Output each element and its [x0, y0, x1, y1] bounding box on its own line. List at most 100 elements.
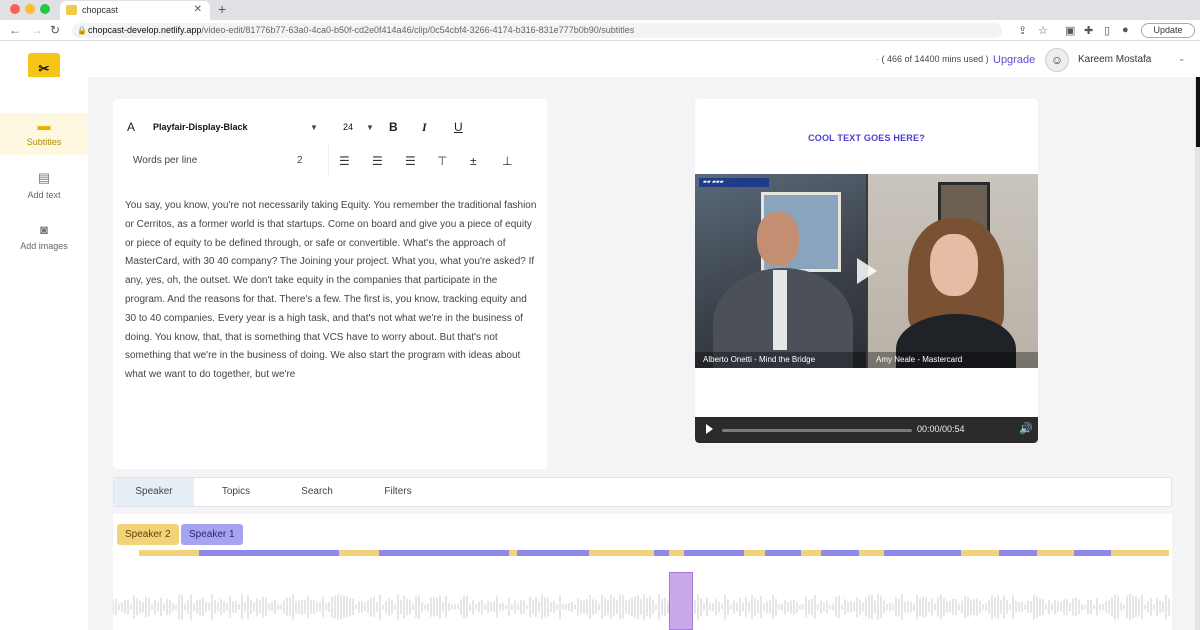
- align-bottom-icon[interactable]: ⊥: [502, 154, 512, 168]
- volume-icon[interactable]: 🔊: [1019, 422, 1033, 435]
- tab-speaker[interactable]: Speaker: [114, 478, 194, 506]
- tab-topics[interactable]: Topics: [194, 478, 278, 506]
- playhead[interactable]: [669, 572, 693, 630]
- usage-text: ( 466 of 14400 mins used ): [881, 54, 989, 64]
- subtitle-editor: A Playfair-Display-Black ▼ 24 ▼ B I U Wo…: [113, 99, 547, 469]
- speaker-segment[interactable]: [379, 550, 509, 556]
- speaker-segment[interactable]: [199, 550, 339, 556]
- speaker-chip-1[interactable]: Speaker 1: [181, 524, 243, 545]
- face-image: [930, 234, 978, 296]
- speaker-segment[interactable]: [744, 550, 765, 556]
- italic-icon[interactable]: I: [422, 120, 427, 135]
- close-tab-icon[interactable]: ✕: [194, 4, 202, 15]
- sidebar-item-label: Add text: [27, 190, 61, 200]
- upgrade-link[interactable]: Upgrade: [993, 54, 1035, 66]
- back-icon[interactable]: ←: [9, 23, 21, 37]
- browser-tab[interactable]: chopcast ✕: [60, 1, 210, 20]
- face-image: [757, 212, 799, 266]
- align-middle-icon[interactable]: ±: [470, 154, 477, 168]
- speaker-timeline: Speaker 2 Speaker 1: [113, 514, 1172, 630]
- tab-search[interactable]: Search: [278, 478, 356, 506]
- speaker-segment[interactable]: [884, 550, 961, 556]
- text-icon: ▤: [37, 170, 51, 185]
- forward-icon[interactable]: →: [31, 23, 43, 37]
- align-center-icon[interactable]: ☰: [372, 154, 383, 168]
- speaker-segment[interactable]: [859, 550, 884, 556]
- extension-icon[interactable]: ▣: [1065, 24, 1075, 37]
- play-icon[interactable]: [706, 424, 713, 434]
- lock-icon: 🔒: [77, 26, 87, 35]
- speaker-segment[interactable]: [999, 550, 1037, 556]
- speaker-segment[interactable]: [801, 550, 821, 556]
- chevron-down-icon[interactable]: ▼: [366, 123, 374, 132]
- speaker-left-name: Alberto Onetti - Mind the Bridge: [695, 352, 866, 368]
- top-bar: ✂ · ( 466 of 14400 mins used ) Upgrade ☺…: [0, 41, 1200, 85]
- sidebar-item-subtitles[interactable]: ▬ Subtitles: [0, 113, 88, 155]
- bookmark-star-icon[interactable]: ☆: [1038, 24, 1048, 37]
- profile-icon[interactable]: ●: [1122, 24, 1129, 36]
- tab-filters[interactable]: Filters: [356, 478, 440, 506]
- speaker-segment-track[interactable]: [139, 550, 1169, 556]
- speaker-left-pane: ▰▰ ▰▰▰ Alberto Onetti - Mind the Bridge: [695, 174, 866, 368]
- speaker-segment[interactable]: [669, 550, 684, 556]
- scrollbar[interactable]: [1195, 77, 1200, 630]
- browser-update-button[interactable]: Update: [1141, 23, 1195, 38]
- subtitles-icon: ▬: [37, 118, 51, 133]
- speaker-segment[interactable]: [139, 550, 199, 556]
- puzzle-icon[interactable]: ✚: [1084, 24, 1093, 37]
- words-per-line-value[interactable]: 2: [297, 155, 303, 166]
- sidebar-item-add-text[interactable]: ▤ Add text: [0, 165, 88, 207]
- progress-track[interactable]: [722, 429, 912, 432]
- app: ✂ · ( 466 of 14400 mins used ) Upgrade ☺…: [0, 41, 1200, 630]
- browser-tab-bar: chopcast ✕ +: [0, 0, 1200, 20]
- share-icon[interactable]: ⇪: [1018, 24, 1027, 37]
- panel-tabs: Speaker Topics Search Filters: [113, 477, 1172, 507]
- speaker-chip-2[interactable]: Speaker 2: [117, 524, 179, 545]
- new-tab-icon[interactable]: +: [218, 1, 226, 17]
- align-left-icon[interactable]: ☰: [339, 154, 350, 168]
- play-overlay-icon[interactable]: [857, 258, 877, 284]
- overlay-text[interactable]: COOL TEXT GOES HERE?: [695, 133, 1038, 143]
- transcript-text[interactable]: You say, you know, you're not necessaril…: [125, 197, 539, 385]
- reload-icon[interactable]: ↻: [50, 23, 60, 37]
- favicon-icon: [66, 5, 77, 15]
- sidepanel-icon[interactable]: ▯: [1104, 24, 1110, 37]
- speaker-segment[interactable]: [765, 550, 801, 556]
- speaker-segment[interactable]: [821, 550, 859, 556]
- font-icon: A: [127, 120, 136, 134]
- font-select[interactable]: Playfair-Display-Black: [153, 122, 248, 132]
- url-host: chopcast-develop.netlify.app: [88, 25, 202, 35]
- speaker-segment[interactable]: [517, 550, 589, 556]
- chevron-down-icon[interactable]: ⌄: [1178, 53, 1186, 64]
- words-per-line-field[interactable]: Words per line 2: [125, 143, 329, 175]
- shirt-image: [773, 270, 787, 350]
- sidebar-item-label: Add images: [20, 241, 68, 251]
- speaker-segment[interactable]: [1037, 550, 1074, 556]
- address-bar[interactable]: 🔒 chopcast-develop.netlify.app/video-edi…: [72, 23, 1002, 38]
- scrollbar-thumb[interactable]: [1196, 77, 1200, 147]
- minimize-window-icon[interactable]: [25, 4, 35, 14]
- close-window-icon[interactable]: [10, 4, 20, 14]
- sidebar-item-add-images[interactable]: ◙ Add images: [0, 217, 88, 259]
- speaker-right-pane: Amy Neale - Mastercard: [868, 174, 1038, 368]
- speaker-segment[interactable]: [509, 550, 517, 556]
- audio-waveform[interactable]: [113, 584, 1172, 630]
- maximize-window-icon[interactable]: [40, 4, 50, 14]
- url-path: /video-edit/81776b77-63a0-4ca0-b50f-cd2e…: [201, 25, 635, 35]
- align-top-icon[interactable]: ⊤: [437, 154, 447, 168]
- speaker-segment[interactable]: [1074, 550, 1111, 556]
- align-right-icon[interactable]: ☰: [405, 154, 416, 168]
- avatar[interactable]: ☺: [1045, 48, 1069, 72]
- speaker-segment[interactable]: [1111, 550, 1169, 556]
- speaker-segment[interactable]: [589, 550, 654, 556]
- speaker-segment[interactable]: [961, 550, 999, 556]
- chevron-down-icon[interactable]: ▼: [310, 123, 318, 132]
- underline-icon[interactable]: U: [454, 120, 463, 134]
- speaker-segment[interactable]: [339, 550, 379, 556]
- user-name[interactable]: Kareem Mostafa: [1078, 54, 1151, 65]
- bold-icon[interactable]: B: [389, 120, 398, 134]
- speaker-segment[interactable]: [684, 550, 744, 556]
- font-size-select[interactable]: 24: [343, 122, 353, 132]
- video-frame[interactable]: ▰▰ ▰▰▰ Alberto Onetti - Mind the Bridge …: [695, 174, 1038, 368]
- speaker-segment[interactable]: [654, 550, 669, 556]
